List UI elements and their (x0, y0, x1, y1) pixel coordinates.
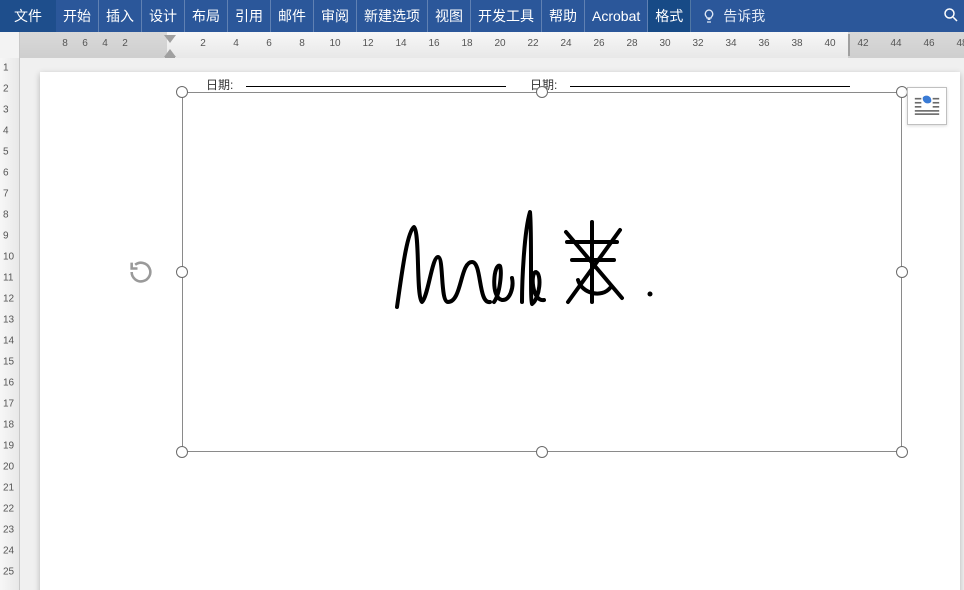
ruler-tick: 2 (200, 38, 206, 49)
vruler-tick: 4 (3, 126, 9, 137)
resize-handle-bm[interactable] (536, 446, 548, 458)
indent-first-line[interactable] (164, 35, 176, 43)
resize-handle-bl[interactable] (176, 446, 188, 458)
tab-review[interactable]: 审阅 (314, 0, 357, 32)
vruler-tick: 23 (3, 525, 14, 536)
ruler-tick: 4 (233, 38, 239, 49)
tab-home[interactable]: 开始 (56, 0, 99, 32)
vruler-tick: 5 (3, 147, 9, 158)
vruler-tick: 3 (3, 105, 9, 116)
ruler-tick: 48 (956, 38, 964, 49)
ruler-right-stop[interactable] (848, 34, 850, 56)
vruler-tick: 1 (3, 63, 9, 74)
vruler-tick: 8 (3, 210, 9, 221)
selected-image[interactable] (182, 92, 902, 452)
ruler-tick: 14 (395, 38, 406, 49)
indent-hanging[interactable] (164, 49, 176, 57)
vruler-tick: 11 (3, 273, 13, 284)
tab-view[interactable]: 视图 (428, 0, 471, 32)
vruler-tick: 9 (3, 231, 9, 242)
vruler-tick: 6 (3, 168, 9, 179)
tab-references[interactable]: 引用 (228, 0, 271, 32)
vruler-tick: 12 (3, 294, 14, 305)
ruler-horizontal-wrap: 8642246810121416182022242628303234363840… (0, 32, 964, 58)
tab-format[interactable]: 格式 (648, 0, 691, 32)
vruler-tick: 7 (3, 189, 9, 200)
ruler-tick: 24 (560, 38, 571, 49)
layout-options-icon (914, 95, 940, 117)
vruler-tick: 24 (3, 546, 14, 557)
ruler-tick: 28 (626, 38, 637, 49)
ruler-tick: 6 (82, 38, 88, 49)
search-icon[interactable] (942, 6, 960, 24)
ruler-tick: 34 (725, 38, 736, 49)
ruler-tick: 20 (494, 38, 505, 49)
ruler-tick: 46 (923, 38, 934, 49)
vruler-tick: 2 (3, 84, 9, 95)
vruler-tick: 22 (3, 504, 14, 515)
tell-me[interactable]: 告诉我 (691, 0, 775, 32)
ruler-tick: 6 (266, 38, 272, 49)
tab-file[interactable]: 文件 (0, 0, 56, 32)
ruler-tick: 12 (362, 38, 373, 49)
vruler-tick: 19 (3, 441, 14, 452)
tab-layout[interactable]: 布局 (185, 0, 228, 32)
lightbulb-icon (701, 8, 717, 24)
tab-newtab[interactable]: 新建选项 (357, 0, 428, 32)
date-label-1: 日期: (206, 76, 233, 93)
ruler-tick: 38 (791, 38, 802, 49)
ruler-tick: 18 (461, 38, 472, 49)
ruler-margin-left (20, 32, 167, 58)
ruler-tick: 44 (890, 38, 901, 49)
resize-handle-tm[interactable] (536, 86, 548, 98)
vruler-tick: 15 (3, 357, 14, 368)
ruler-tick: 8 (299, 38, 305, 49)
ruler-vertical[interactable]: 1234567891011121314151617181920212223242… (0, 58, 20, 590)
tab-design[interactable]: 设计 (142, 0, 185, 32)
tell-me-label: 告诉我 (723, 6, 765, 26)
vruler-tick: 18 (3, 420, 14, 431)
ruler-tick: 8 (62, 38, 68, 49)
document-canvas[interactable]: 日期: 日期: (20, 58, 964, 590)
ruler-tick: 2 (122, 38, 128, 49)
tab-acrobat[interactable]: Acrobat (585, 0, 648, 32)
tab-developer[interactable]: 开发工具 (471, 0, 542, 32)
ruler-tick: 10 (329, 38, 340, 49)
resize-handle-tl[interactable] (176, 86, 188, 98)
ruler-tick: 36 (758, 38, 769, 49)
ruler-horizontal[interactable]: 8642246810121416182022242628303234363840… (20, 32, 964, 58)
layout-options-button[interactable] (907, 87, 947, 125)
resize-handle-ml[interactable] (176, 266, 188, 278)
ruler-corner (0, 32, 20, 58)
resize-handle-br[interactable] (896, 446, 908, 458)
ruler-tick: 40 (824, 38, 835, 49)
vruler-tick: 20 (3, 462, 14, 473)
vruler-tick: 16 (3, 378, 14, 389)
resize-handle-mr[interactable] (896, 266, 908, 278)
ribbon: 文件 开始 插入 设计 布局 引用 邮件 审阅 新建选项 视图 开发工具 帮助 … (0, 0, 964, 32)
vruler-tick: 25 (3, 567, 14, 578)
vruler-tick: 10 (3, 252, 14, 263)
ruler-tick: 42 (857, 38, 868, 49)
vruler-tick: 13 (3, 315, 14, 326)
vruler-tick: 17 (3, 399, 14, 410)
ruler-tick: 26 (593, 38, 604, 49)
signature-graphic (382, 202, 702, 342)
date-underline-2 (570, 86, 850, 87)
ruler-tick: 16 (428, 38, 439, 49)
rotate-handle[interactable] (127, 258, 155, 286)
ruler-tick: 30 (659, 38, 670, 49)
ruler-tick: 22 (527, 38, 538, 49)
vruler-tick: 14 (3, 336, 14, 347)
tab-help[interactable]: 帮助 (542, 0, 585, 32)
tab-insert[interactable]: 插入 (99, 0, 142, 32)
page: 日期: 日期: (40, 72, 960, 590)
date-underline-1 (246, 86, 506, 87)
vruler-tick: 21 (3, 483, 14, 494)
ruler-tick: 32 (692, 38, 703, 49)
tab-mailings[interactable]: 邮件 (271, 0, 314, 32)
ruler-tick: 4 (102, 38, 108, 49)
